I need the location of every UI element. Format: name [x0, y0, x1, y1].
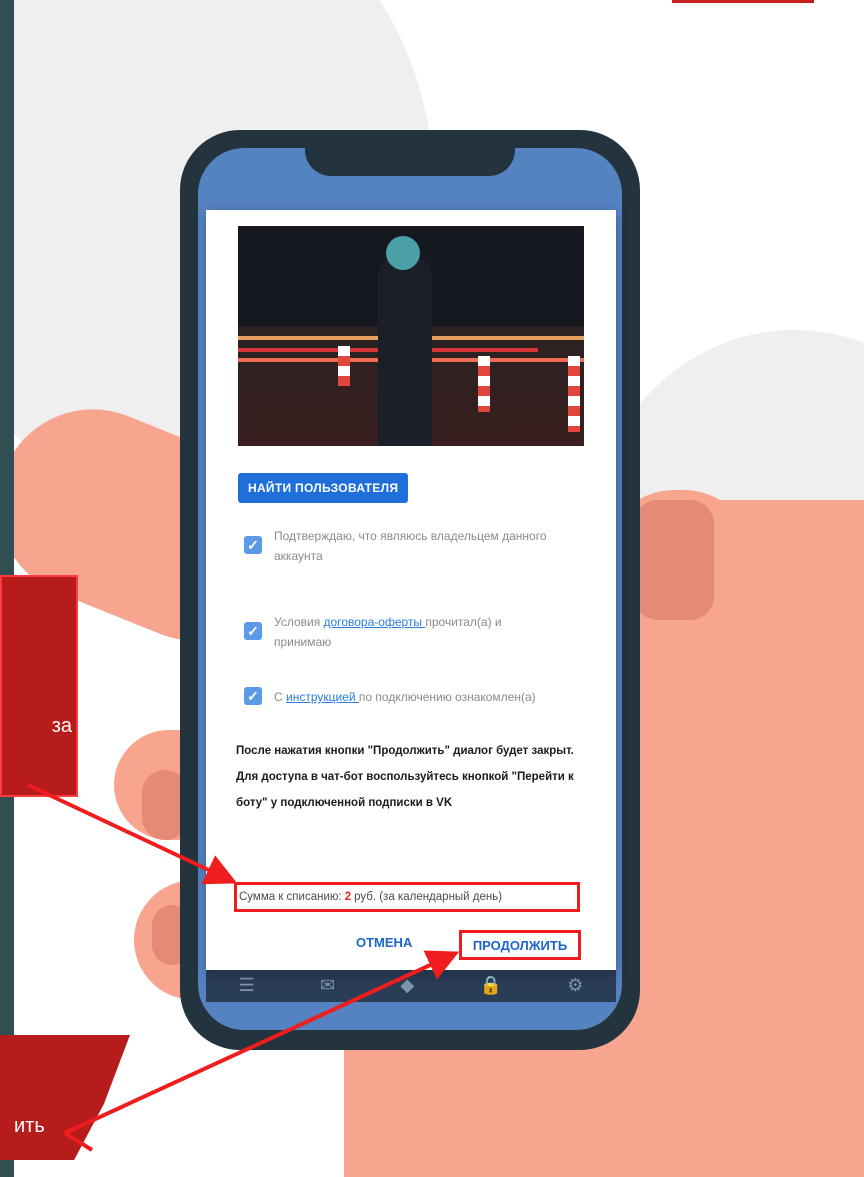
arrow-to-continue — [64, 950, 460, 1135]
arrow-to-sum — [27, 783, 238, 885]
callout-arrows — [27, 783, 460, 1152]
arrow-to-continue-tail — [63, 1131, 94, 1152]
